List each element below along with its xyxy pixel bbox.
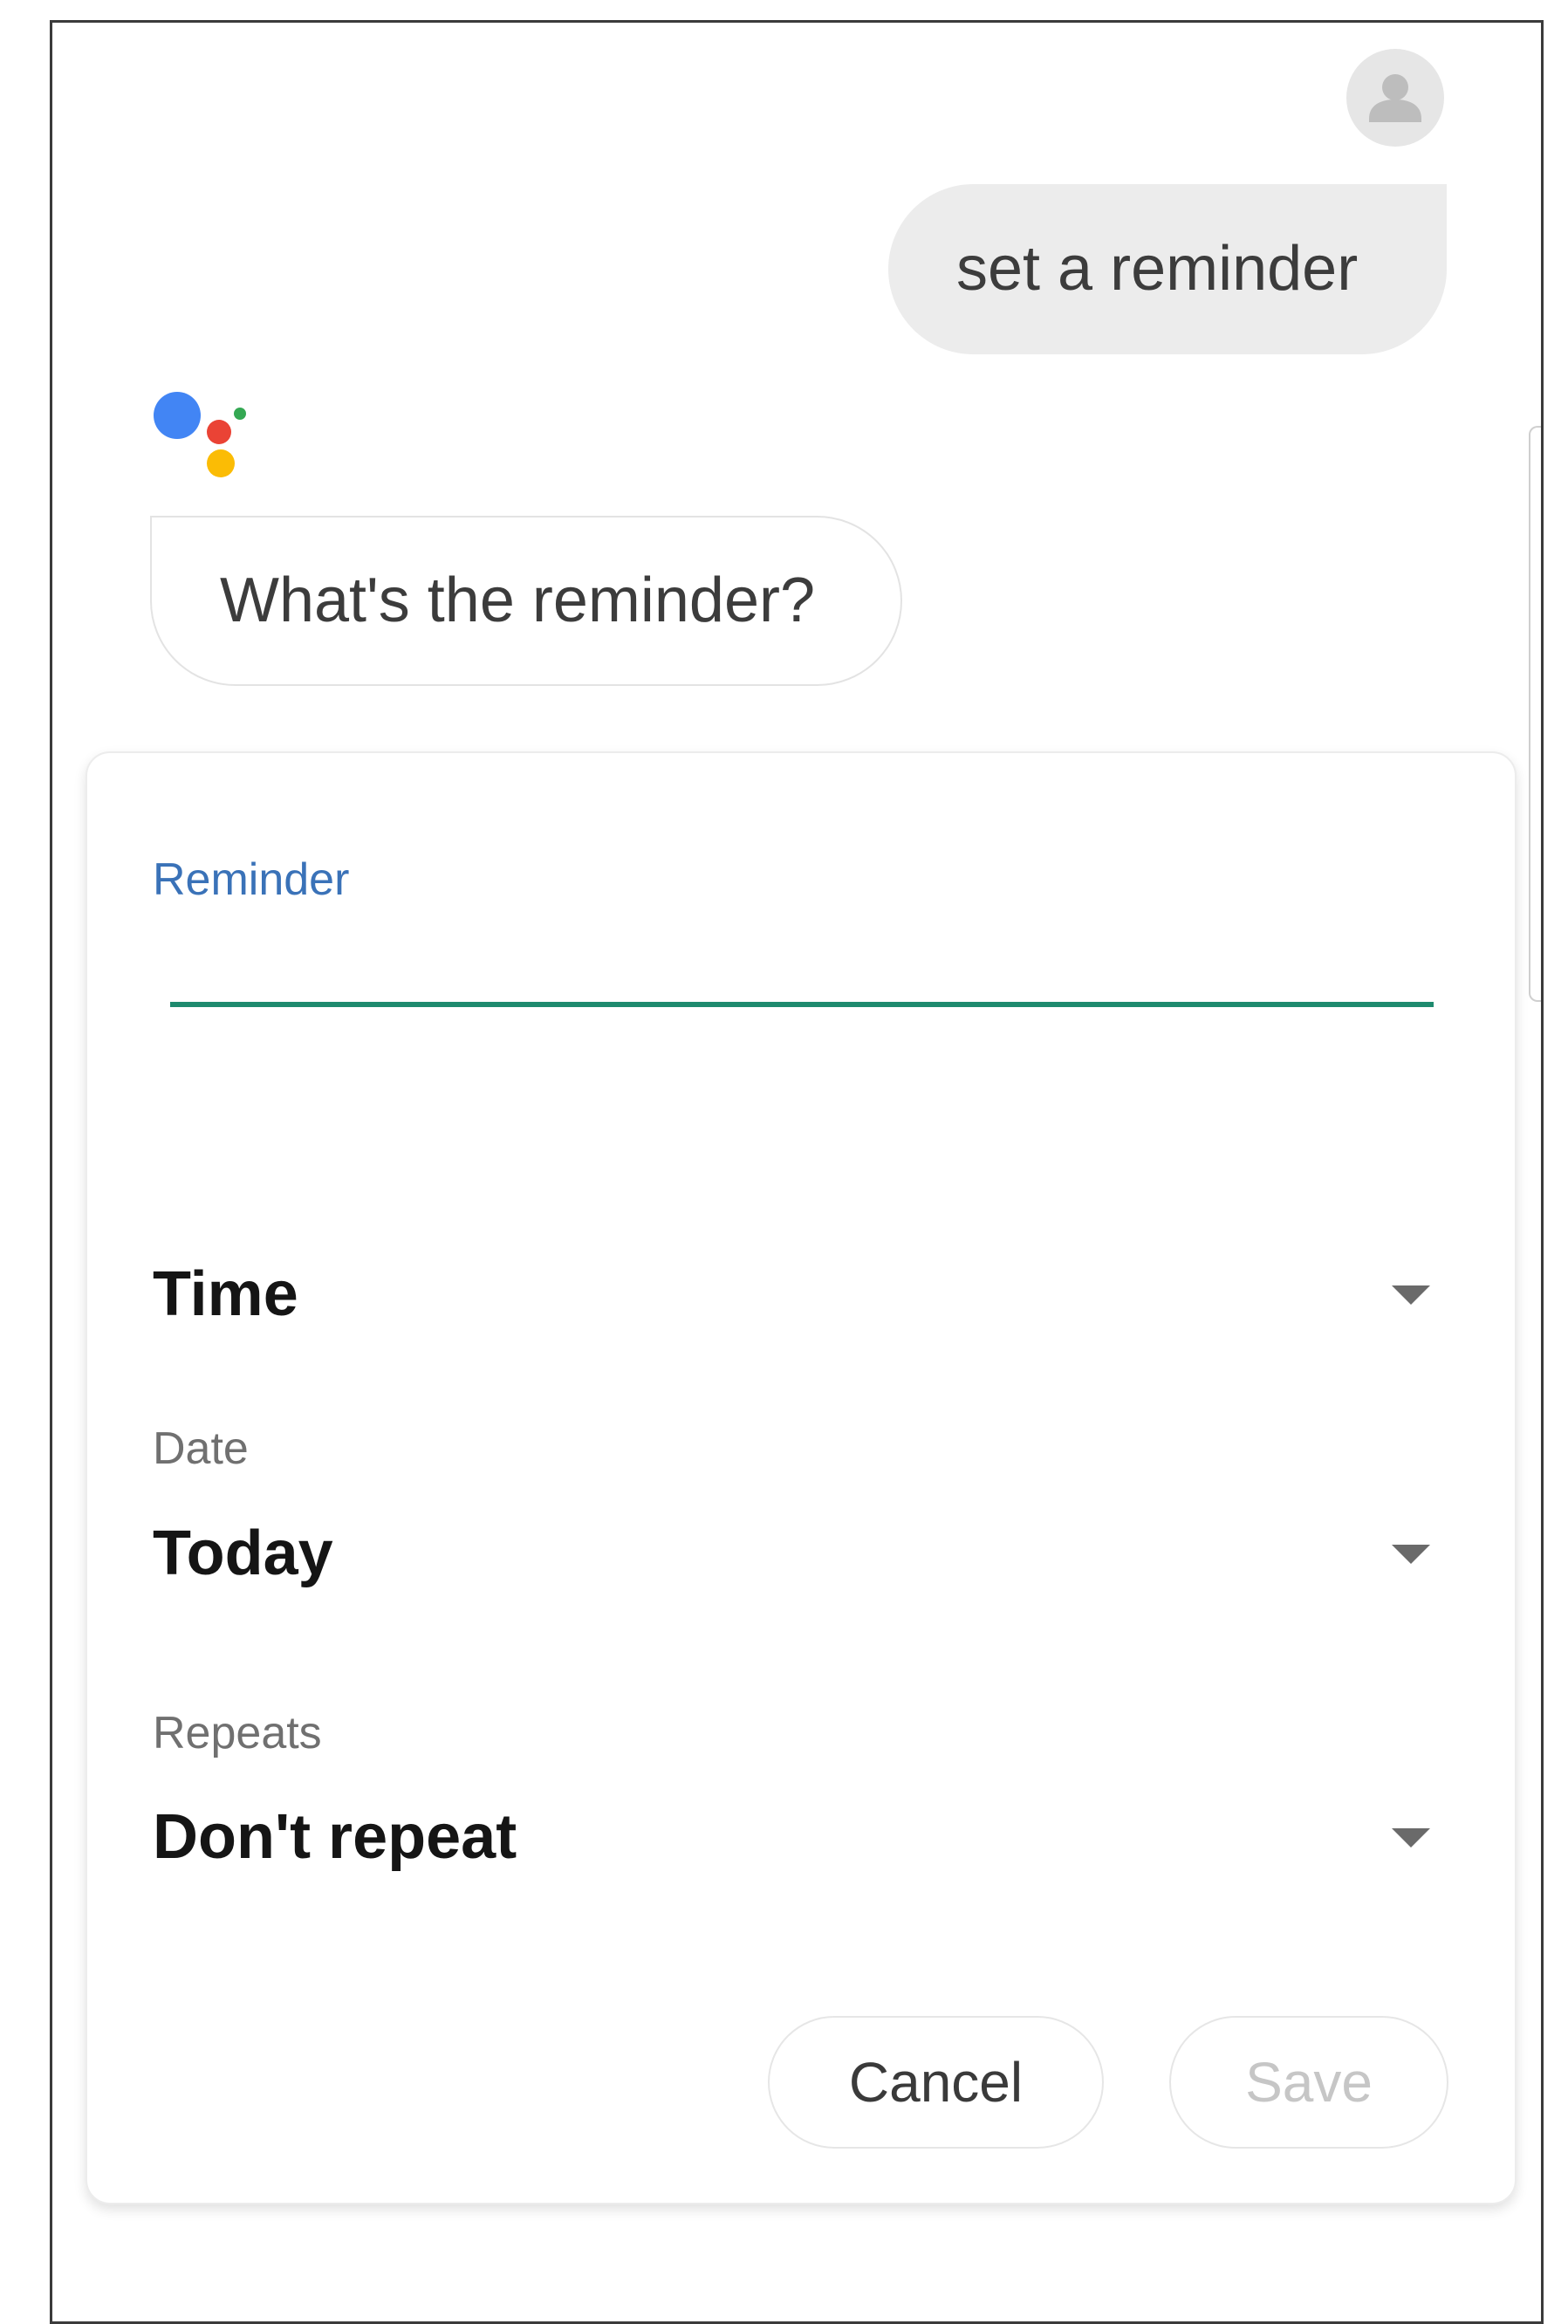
reminder-input[interactable] — [170, 949, 1434, 1007]
dropdown-caret-icon — [1392, 1545, 1430, 1564]
reminder-label: Reminder — [153, 854, 350, 905]
save-button[interactable]: Save — [1169, 2016, 1448, 2149]
time-dropdown[interactable]: Time — [153, 1251, 1453, 1338]
repeats-value: Don't repeat — [153, 1802, 517, 1872]
user-avatar[interactable] — [1346, 49, 1444, 147]
assistant-message-bubble: What's the reminder? — [150, 516, 902, 686]
assistant-window: set a reminder What's the reminder? Remi… — [50, 20, 1544, 2324]
repeats-dropdown[interactable]: Don't repeat — [153, 1793, 1453, 1881]
google-assistant-icon — [154, 392, 246, 477]
date-label: Date — [153, 1423, 249, 1474]
user-message-bubble: set a reminder — [888, 184, 1447, 354]
reminder-card: Reminder Time Date Today Repeats Don't r… — [86, 751, 1517, 2204]
repeats-label: Repeats — [153, 1708, 322, 1758]
cancel-button[interactable]: Cancel — [768, 2016, 1104, 2149]
scrollbar[interactable] — [1529, 426, 1541, 1002]
date-dropdown[interactable]: Today — [153, 1510, 1453, 1597]
dropdown-caret-icon — [1392, 1828, 1430, 1848]
person-icon — [1369, 74, 1421, 122]
date-value: Today — [153, 1518, 333, 1588]
time-value: Time — [153, 1259, 298, 1329]
dropdown-caret-icon — [1392, 1285, 1430, 1305]
